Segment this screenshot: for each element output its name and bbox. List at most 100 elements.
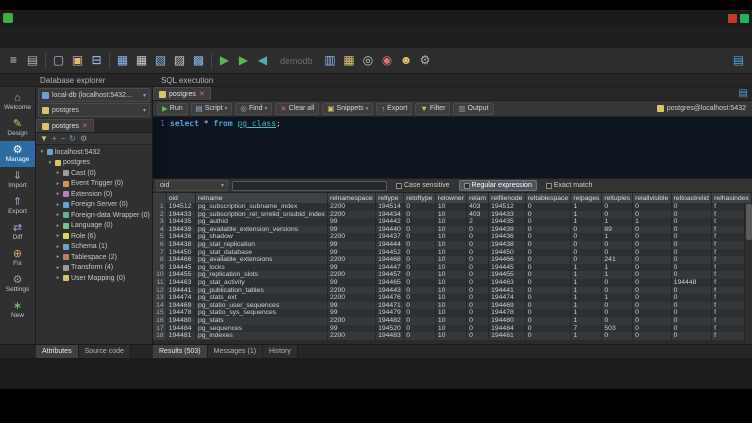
cell[interactable]: 0 (602, 249, 633, 257)
cell[interactable]: 194463 (166, 279, 195, 287)
cell[interactable]: 10 (435, 218, 466, 226)
cell[interactable]: 194484 (489, 325, 526, 333)
cell[interactable]: 0 (525, 317, 571, 325)
stats-icon[interactable]: ▦ (340, 51, 359, 70)
side-panel-toggle-icon[interactable]: ▤ (729, 51, 748, 70)
cell[interactable]: 194512 (166, 203, 195, 211)
cell[interactable]: 0 (633, 226, 672, 234)
cell[interactable]: 10 (435, 279, 466, 287)
cell[interactable]: 0 (404, 317, 436, 325)
cell[interactable]: 0 (633, 233, 672, 241)
tab-list-icon[interactable]: ▤ (739, 88, 752, 100)
sql-editor[interactable]: 1 select * from pg_class; (153, 117, 752, 179)
expand-arrow-icon[interactable]: ▸ (55, 275, 61, 281)
cell[interactable]: 194465 (376, 279, 404, 287)
cell[interactable]: 0 (671, 309, 711, 317)
expand-arrow-icon[interactable]: ▾ (39, 149, 45, 155)
row-number[interactable]: 18 (153, 332, 166, 340)
cell[interactable]: pg_stats (195, 317, 327, 325)
cell[interactable]: pg_stat_replication (195, 241, 327, 249)
filter-option-regular-expression[interactable]: Regular expression (459, 180, 537, 191)
scrollbar-thumb[interactable] (746, 204, 752, 240)
activity-item-settings[interactable]: ⚙Settings (0, 271, 35, 297)
cell[interactable]: 194471 (376, 302, 404, 310)
cell[interactable]: 1 (602, 294, 633, 302)
output-button[interactable]: ▥Output (453, 103, 493, 115)
cell[interactable]: 194481 (166, 332, 195, 340)
table-row[interactable]: 3194435pg_authid99194442010219443501110t (153, 218, 752, 226)
cell[interactable]: 0 (602, 211, 633, 219)
cell[interactable]: 0 (571, 249, 602, 257)
grid-view-icon[interactable]: ▦ (113, 51, 132, 70)
activity-item-welcome[interactable]: ⌂Welcome (0, 89, 35, 115)
row-number[interactable]: 16 (153, 317, 166, 325)
row-number[interactable]: 17 (153, 325, 166, 333)
cell[interactable]: pg_stat_database (195, 249, 327, 257)
cell[interactable]: 0 (633, 203, 672, 211)
activity-item-fix[interactable]: ⊕Fix (0, 245, 35, 271)
cell[interactable]: 194469 (489, 302, 526, 310)
cell[interactable]: 194433 (166, 211, 195, 219)
cell[interactable]: pg_statio_sys_sequences (195, 309, 327, 317)
cell[interactable]: 194478 (489, 309, 526, 317)
clear-all-button[interactable]: ✕Clear all (275, 103, 319, 115)
cell[interactable]: 0 (404, 302, 436, 310)
cell[interactable]: 10 (435, 317, 466, 325)
table-row[interactable]: 11194463pg_stat_activity9919446501001944… (153, 279, 752, 287)
cell[interactable]: 0 (633, 287, 672, 295)
cell[interactable]: 99 (327, 218, 375, 226)
column-header-relhasindex[interactable]: relhasindex (712, 193, 752, 203)
checkbox-icon[interactable] (396, 183, 402, 189)
maximize-icon[interactable] (740, 14, 749, 23)
cell[interactable]: 99 (327, 226, 375, 234)
find-button[interactable]: ◎Find▾ (235, 103, 272, 115)
cell[interactable]: 0 (602, 241, 633, 249)
chart-icon[interactable]: ▥ (321, 51, 340, 70)
cell[interactable]: 10 (435, 325, 466, 333)
cell[interactable]: 0 (633, 309, 672, 317)
user-icon[interactable]: ☻ (397, 51, 416, 70)
cell[interactable]: 194435 (489, 218, 526, 226)
cell[interactable]: pg_subscription_rel_srrelid_srsubid_inde… (195, 211, 327, 219)
cell[interactable]: 10 (435, 211, 466, 219)
column-header-relnamespace[interactable]: relnamespace (327, 193, 375, 203)
cell[interactable]: 0 (525, 309, 571, 317)
cell[interactable]: 1 (571, 279, 602, 287)
cell[interactable]: 0 (467, 309, 489, 317)
cell[interactable]: 194447 (376, 264, 404, 272)
view-list-icon[interactable]: ▤ (23, 51, 42, 70)
cell[interactable]: 0 (671, 218, 711, 226)
collapse-all-icon[interactable]: − (61, 134, 66, 144)
cell[interactable]: 194445 (166, 264, 195, 272)
expand-arrow-icon[interactable]: ▸ (55, 244, 61, 250)
activity-item-export[interactable]: ⇑Export (0, 193, 35, 219)
cell[interactable]: pg_stat_activity (195, 279, 327, 287)
tab-postgres[interactable]: postgres ✕ (36, 119, 94, 132)
cell[interactable]: pg_statio_user_sequences (195, 302, 327, 310)
new-model-icon[interactable]: ▢ (49, 51, 68, 70)
cell[interactable]: 194441 (166, 287, 195, 295)
cell[interactable]: 241 (602, 256, 633, 264)
cell[interactable]: 0 (525, 233, 571, 241)
cell[interactable]: 194434 (376, 211, 404, 219)
row-number[interactable]: 14 (153, 302, 166, 310)
cell[interactable]: 0 (467, 233, 489, 241)
cell[interactable]: 10 (435, 241, 466, 249)
cell[interactable]: 194440 (376, 226, 404, 234)
cell[interactable]: 0 (571, 226, 602, 234)
cell[interactable]: 0 (602, 302, 633, 310)
cell[interactable]: 0 (467, 226, 489, 234)
cell[interactable]: 0 (467, 241, 489, 249)
row-number[interactable]: 7 (153, 249, 166, 257)
cell[interactable]: 194438 (489, 241, 526, 249)
cell[interactable]: 1 (602, 218, 633, 226)
search-icon[interactable]: ◎ (359, 51, 378, 70)
cell[interactable]: 194445 (489, 264, 526, 272)
cell[interactable]: 0 (404, 233, 436, 241)
cell[interactable]: 0 (525, 279, 571, 287)
cell[interactable]: 89 (602, 226, 633, 234)
cell[interactable]: 2200 (327, 271, 375, 279)
cell[interactable]: 0 (602, 287, 633, 295)
cell[interactable]: 99 (327, 249, 375, 257)
cell[interactable]: 0 (633, 332, 672, 340)
